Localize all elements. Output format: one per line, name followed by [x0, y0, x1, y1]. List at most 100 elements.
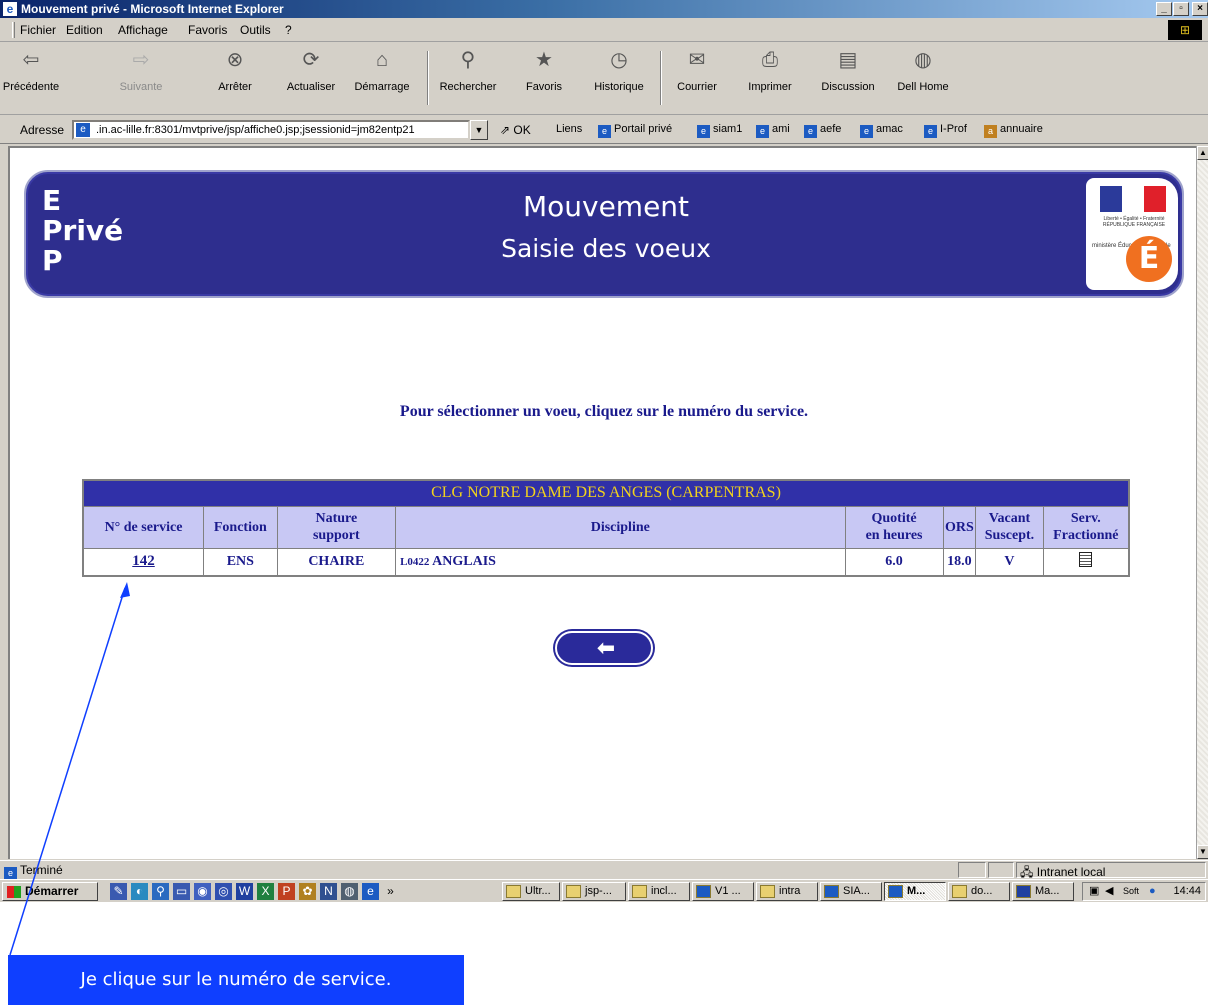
- excel-icon[interactable]: X: [257, 883, 274, 900]
- status-label: Terminé: [20, 863, 63, 877]
- quicklaunch-icon[interactable]: ✎: [110, 883, 127, 900]
- menu-affichage[interactable]: Affichage: [118, 23, 168, 37]
- link-annuaire[interactable]: a annuaire: [984, 123, 1043, 138]
- maximize-button[interactable]: ▫: [1173, 2, 1189, 16]
- cell-discipline: L0422 ANGLAIS: [395, 547, 846, 577]
- app-banner: E Privé P Mouvement Saisie des voeux Lib…: [24, 170, 1184, 298]
- internet-explorer-icon: [696, 885, 711, 898]
- quicklaunch-icon[interactable]: ⚲: [152, 883, 169, 900]
- discipline-label: ANGLAIS: [432, 553, 496, 569]
- powerpoint-icon[interactable]: P: [278, 883, 295, 900]
- quicklaunch-icon[interactable]: N: [320, 883, 337, 900]
- taskbar-item[interactable]: do...: [948, 882, 1010, 901]
- standard-toolbar: ⇦ Précédente ⇨ Suivante ⊗ Arrêter ⟳ Actu…: [0, 43, 1208, 115]
- folder-icon: [632, 885, 647, 898]
- stop-icon: ⊗: [226, 49, 244, 71]
- menu-fichier[interactable]: Fichier: [20, 23, 56, 37]
- address-label: Adresse: [20, 123, 65, 137]
- system-tray: ▣ ◀ Soft ● 14:44: [1082, 882, 1206, 901]
- header-fonction: Fonction: [203, 505, 278, 549]
- link-label: Portail privé: [614, 123, 673, 135]
- favorites-button[interactable]: ★ Favoris: [514, 47, 574, 109]
- word-icon[interactable]: W: [236, 883, 253, 900]
- link-page-icon: e: [697, 125, 710, 138]
- link-label: aefe: [820, 123, 842, 135]
- stop-button[interactable]: ⊗ Arrêter: [210, 47, 260, 109]
- history-button[interactable]: ◷ Historique: [584, 47, 654, 109]
- links-label[interactable]: Liens: [556, 123, 582, 135]
- go-button[interactable]: ⇗ OK: [500, 123, 531, 137]
- search-button[interactable]: ⚲ Rechercher: [430, 47, 506, 109]
- taskbar-item[interactable]: Ultr...: [502, 882, 560, 901]
- quicklaunch-icon[interactable]: ✿: [299, 883, 316, 900]
- network-icon[interactable]: ▣: [1089, 883, 1099, 900]
- windows-logo-icon: ⊞: [1168, 20, 1202, 40]
- link-aefe[interactable]: e aefe: [804, 123, 841, 138]
- cell-vacant: V: [975, 547, 1044, 577]
- favorites-label: Favoris: [525, 81, 563, 93]
- link-amac[interactable]: e amac: [860, 123, 903, 138]
- taskbar-item[interactable]: intra: [756, 882, 818, 901]
- annotation-caption: Je clique sur le numéro de service.: [8, 955, 464, 1005]
- link-label: amac: [876, 123, 903, 135]
- refresh-button[interactable]: ⟳ Actualiser: [280, 47, 342, 109]
- forward-button[interactable]: ⇨ Suivante: [108, 47, 174, 109]
- link-portail-prive[interactable]: e Portail privé: [598, 123, 672, 138]
- volume-icon[interactable]: ◀: [1105, 883, 1113, 900]
- link-ami[interactable]: e ami: [756, 123, 790, 138]
- document-icon: [1079, 551, 1093, 567]
- quicklaunch-icon[interactable]: ◍: [341, 883, 358, 900]
- scroll-down-icon[interactable]: ▼: [1197, 845, 1208, 859]
- quicklaunch-icon[interactable]: ◉: [194, 883, 211, 900]
- zone-label: Intranet local: [1036, 865, 1106, 879]
- more-chevron-icon[interactable]: »: [382, 883, 399, 900]
- mail-button[interactable]: ✉ Courrier: [666, 47, 728, 109]
- task-label: V1 ...: [715, 885, 741, 897]
- soft-tray-icon[interactable]: Soft: [1123, 883, 1139, 900]
- quicklaunch-icon[interactable]: ▭: [173, 883, 190, 900]
- print-button[interactable]: ⎙ Imprimer: [740, 47, 800, 109]
- discussion-button[interactable]: ▤ Discussion: [812, 47, 884, 109]
- dell-home-button[interactable]: ◍ Dell Home: [890, 47, 956, 109]
- home-button[interactable]: ⌂ Démarrage: [342, 47, 422, 109]
- globe-icon[interactable]: ●: [1149, 883, 1156, 900]
- taskbar-item[interactable]: V1 ...: [692, 882, 754, 901]
- minimize-button[interactable]: _: [1156, 2, 1172, 16]
- cell-ors: 18.0: [942, 547, 977, 577]
- search-icon: ⚲: [460, 49, 476, 71]
- toolbar-separator: [427, 51, 429, 105]
- menu-outils[interactable]: Outils: [240, 23, 271, 37]
- taskbar-item[interactable]: incl...: [628, 882, 690, 901]
- internet-explorer-icon: e: [3, 2, 17, 16]
- left-arrow-icon: ⬅: [596, 636, 616, 661]
- app-icon: [506, 885, 521, 898]
- link-i-prof[interactable]: e I-Prof: [924, 123, 967, 138]
- address-dropdown-button[interactable]: ▼: [470, 120, 488, 140]
- browser-window: e Mouvement privé - Microsoft Internet E…: [0, 0, 1208, 902]
- address-input[interactable]: e .in.ac-lille.fr:8301/mvtprive/jsp/affi…: [72, 120, 470, 140]
- quicklaunch-icon[interactable]: ◐: [131, 883, 148, 900]
- taskbar-item[interactable]: Ma...: [1012, 882, 1074, 901]
- service-number-link[interactable]: 142: [132, 553, 155, 569]
- task-label: Ultr...: [525, 885, 551, 897]
- cell-fractionne: [1042, 547, 1130, 577]
- internet-explorer-icon[interactable]: e: [362, 883, 379, 900]
- back-arrow-button[interactable]: ⬅: [555, 631, 653, 665]
- vertical-scrollbar[interactable]: ▲ ▼: [1196, 146, 1208, 859]
- print-label: Imprimer: [748, 81, 792, 93]
- taskbar-item[interactable]: jsp-...: [562, 882, 626, 901]
- quicklaunch-icon[interactable]: ◎: [215, 883, 232, 900]
- taskbar-item[interactable]: SIA...: [820, 882, 882, 901]
- task-label: M...: [907, 885, 926, 897]
- menu-edition[interactable]: Edition: [66, 23, 103, 37]
- menu-help[interactable]: ?: [285, 23, 292, 37]
- ministry-logo: Liberté • Égalité • Fraternité RÉPUBLIQU…: [1086, 178, 1178, 290]
- scroll-up-icon[interactable]: ▲: [1197, 146, 1208, 160]
- back-button[interactable]: ⇦ Précédente: [0, 47, 62, 109]
- back-arrow-icon: ⇦: [22, 49, 40, 71]
- close-button[interactable]: ×: [1192, 2, 1208, 16]
- taskbar-item-active[interactable]: M...: [884, 882, 946, 901]
- link-siam1[interactable]: e siam1: [697, 123, 742, 138]
- start-button[interactable]: Démarrer: [2, 882, 98, 901]
- menu-favoris[interactable]: Favoris: [188, 23, 227, 37]
